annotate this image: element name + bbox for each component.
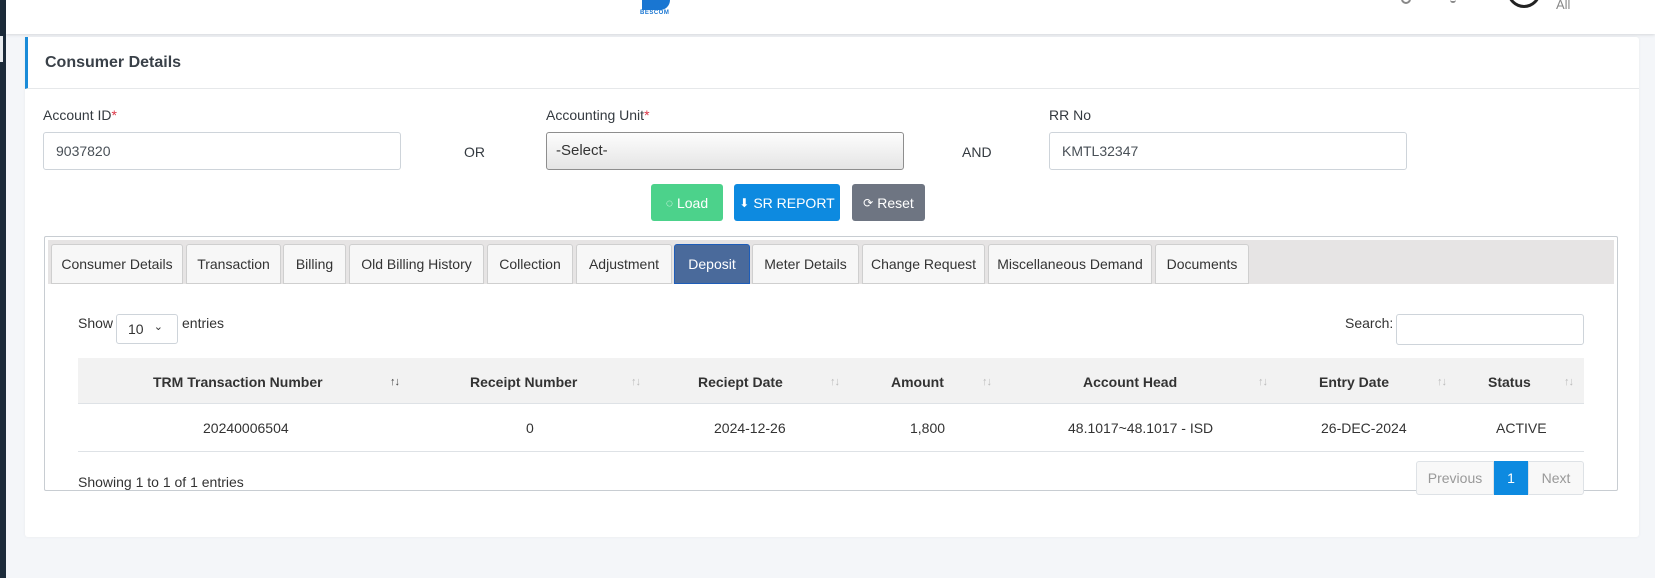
top-icons: All (1386, 0, 1586, 34)
tab-transaction[interactable]: Transaction (186, 244, 281, 284)
col-amount[interactable]: Amount (891, 374, 944, 390)
user-avatar-icon[interactable] (1507, 0, 1541, 8)
page-length-select[interactable]: 10 ⌄ (116, 314, 178, 344)
pagination: Previous 1 Next (1416, 461, 1584, 495)
page-length-value: 10 (128, 321, 144, 337)
tab-old-billing-history[interactable]: Old Billing History (349, 244, 484, 284)
reset-button[interactable]: ⟳ Reset (852, 184, 925, 221)
logo-text: BESCOM (640, 10, 670, 16)
sort-asc-icon[interactable]: ↑↓ (390, 376, 400, 388)
download-icon: ⬇ (739, 195, 750, 210)
refresh-icon: ⟳ (863, 195, 874, 210)
cell-receipt-date: 2024-12-26 (714, 420, 786, 436)
search-icon[interactable] (1401, 0, 1411, 4)
tab-miscellaneous-demand[interactable]: Miscellaneous Demand (988, 244, 1152, 284)
sr-report-button[interactable]: ⬇ SR REPORT (734, 184, 840, 221)
tab-collection[interactable]: Collection (487, 244, 573, 284)
and-label: AND (962, 144, 992, 160)
tab-meter-details[interactable]: Meter Details (752, 244, 859, 284)
cell-trm-transaction-number: 20240006504 (203, 420, 289, 436)
sort-icon[interactable]: ↑↓ (830, 376, 840, 388)
all-label[interactable]: All (1556, 0, 1570, 12)
sort-icon[interactable]: ↑↓ (631, 376, 641, 388)
page-1-button[interactable]: 1 (1494, 461, 1528, 495)
search-label: Search: (1345, 315, 1394, 331)
rr-no-input[interactable]: KMTL32347 (1049, 132, 1407, 170)
sort-icon[interactable]: ↑↓ (1437, 376, 1447, 388)
load-label: Load (676, 194, 709, 211)
tab-consumer-details[interactable]: Consumer Details (51, 244, 183, 284)
account-id-input[interactable]: 9037820 (43, 132, 401, 170)
top-bar: BESCOM All (6, 0, 1655, 34)
sort-icon[interactable]: ↑↓ (982, 376, 992, 388)
card-header: Consumer Details (25, 37, 1639, 89)
table-info: Showing 1 to 1 of 1 entries (78, 474, 244, 490)
cell-amount: 1,800 (910, 420, 946, 436)
show-label: Show (78, 315, 114, 331)
col-entry-date[interactable]: Entry Date (1319, 374, 1389, 390)
bell-icon[interactable] (1450, 0, 1456, 3)
accounting-unit-select[interactable]: -Select- (546, 132, 904, 170)
search-input[interactable] (1396, 314, 1584, 345)
tab-billing[interactable]: Billing (283, 244, 346, 284)
logo-mark (642, 0, 670, 10)
account-id-label: Account ID* (43, 107, 117, 123)
load-button[interactable]: ◌ Load (651, 184, 723, 221)
reset-label: Reset (877, 194, 914, 211)
page-title: Consumer Details (45, 54, 182, 71)
cell-receipt-number: 0 (526, 420, 534, 436)
sort-icon[interactable]: ↑↓ (1564, 376, 1574, 388)
previous-page-button[interactable]: Previous (1416, 461, 1494, 495)
col-account-head[interactable]: Account Head (1083, 374, 1177, 390)
tab-deposit[interactable]: Deposit (674, 244, 750, 284)
spinner-icon: ◌ (665, 195, 673, 210)
tab-change-request[interactable]: Change Request (862, 244, 985, 284)
table-header: TRM Transaction Number ↑↓ Receipt Number… (78, 358, 1584, 404)
bescom-logo[interactable]: BESCOM (638, 0, 676, 16)
col-receipt-date[interactable]: Reciept Date (698, 374, 783, 390)
col-trm-transaction-number[interactable]: TRM Transaction Number (153, 374, 323, 390)
tab-documents[interactable]: Documents (1155, 244, 1249, 284)
entries-label: entries (182, 315, 225, 331)
or-label: OR (464, 144, 485, 160)
chevron-down-icon: ⌄ (153, 321, 163, 333)
rr-no-label: RR No (1049, 107, 1092, 123)
sort-icon[interactable]: ↑↓ (1258, 376, 1268, 388)
next-page-button[interactable]: Next (1528, 461, 1584, 495)
accounting-unit-label: Accounting Unit* (546, 107, 650, 123)
side-strip (0, 0, 6, 578)
tabs-bar: Consumer Details Transaction Billing Old… (48, 240, 1614, 284)
col-status[interactable]: Status (1488, 374, 1531, 390)
table-row: 20240006504 0 2024-12-26 1,800 48.1017~4… (78, 405, 1584, 452)
cell-entry-date: 26-DEC-2024 (1321, 420, 1407, 436)
tab-adjustment[interactable]: Adjustment (576, 244, 672, 284)
col-receipt-number[interactable]: Receipt Number (470, 374, 577, 390)
cell-account-head: 48.1017~48.1017 - ISD (1068, 420, 1214, 436)
cell-status: ACTIVE (1496, 420, 1547, 436)
side-strip-notch (0, 36, 3, 62)
sr-report-label: SR REPORT (753, 194, 835, 211)
